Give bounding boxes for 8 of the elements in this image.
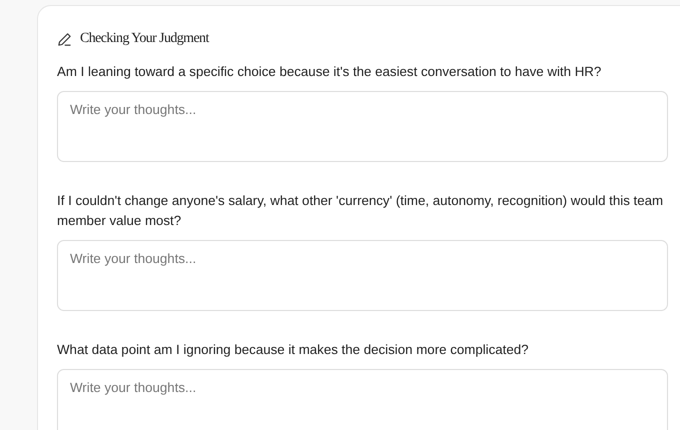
- question-text: Am I leaning toward a specific choice because it's the easiest conversation to have with HR?: [57, 63, 602, 81]
- answer-box[interactable]: Write your thoughts...: [57, 369, 668, 430]
- question-text: What data point am I ignoring because it makes the decision more complicated?: [57, 341, 530, 359]
- answer-box[interactable]: Write your thoughts...: [57, 240, 668, 311]
- answer-box[interactable]: Write your thoughts...: [57, 91, 668, 162]
- pencil-icon: [57, 32, 72, 46]
- question-text: If I couldn't change anyone's salary, what other 'currency' (time, autonomy, recognition) would this team member value most?: [57, 192, 664, 230]
- section-title: Checking Your Judgment: [80, 31, 209, 47]
